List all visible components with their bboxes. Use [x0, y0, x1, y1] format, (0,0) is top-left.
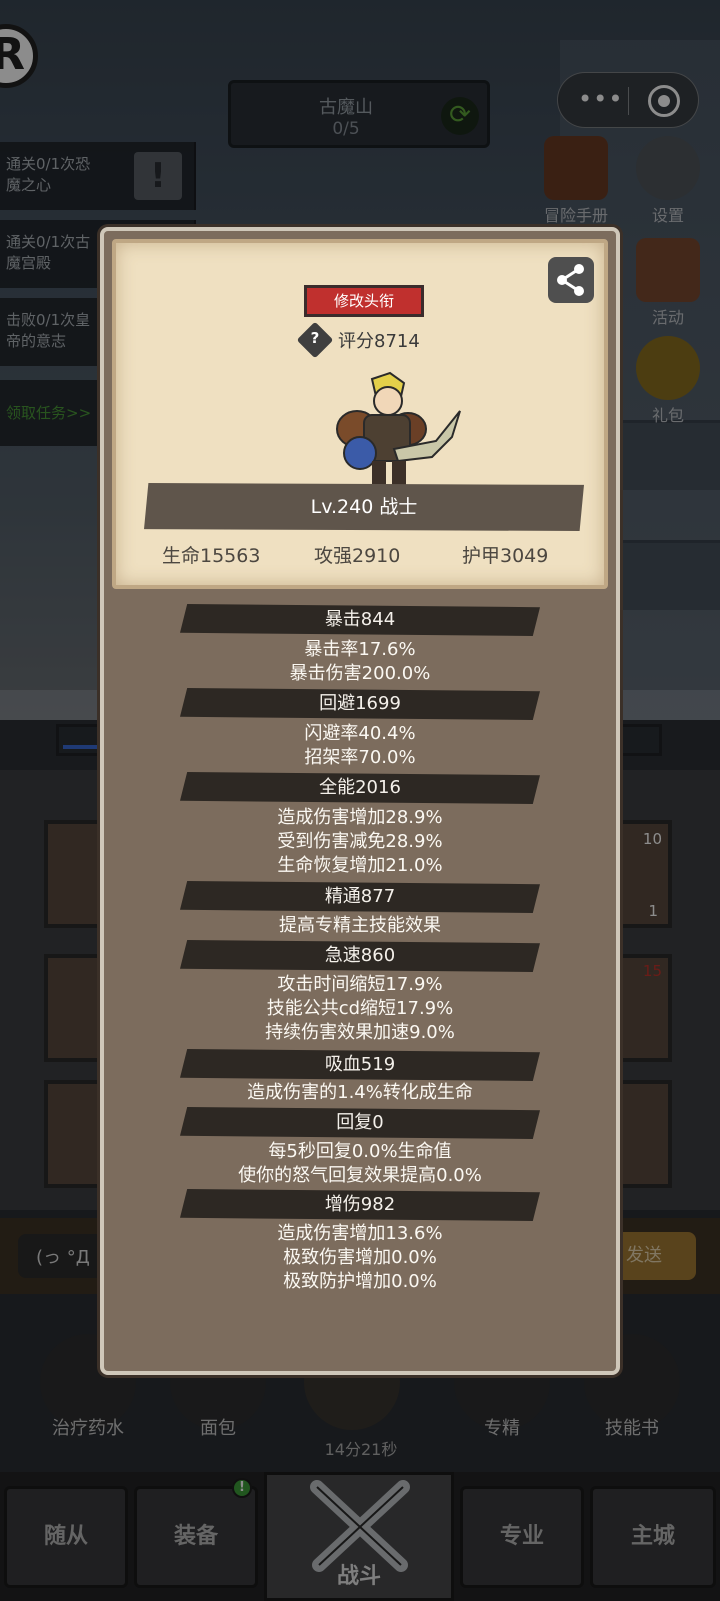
attr-line: 攻击时间缩短17.9%: [277, 974, 443, 995]
attack-stat: 攻强2910: [314, 545, 401, 567]
attr-line: 每5秒回复0.0%生命值: [268, 1141, 452, 1162]
attr-line: 极致伤害增加0.0%: [283, 1247, 437, 1268]
attr-line: 技能公共cd缩短17.9%: [266, 998, 454, 1019]
attr-line: 使你的怒气回复效果提高0.0%: [238, 1165, 482, 1186]
level-class-banner: Lv.240 战士: [144, 483, 584, 531]
attr-line: 极致防护增加0.0%: [283, 1271, 437, 1292]
attr-header-lifesteal: 吸血519: [180, 1049, 540, 1081]
attr-line: 招架率70.0%: [304, 747, 416, 768]
attr-header-dodge: 回避1699: [180, 688, 540, 720]
attr-header-mastery: 精通877: [180, 881, 540, 913]
attr-line: 造成伤害增加13.6%: [277, 1223, 443, 1244]
attr-line: 提高专精主技能效果: [279, 915, 441, 936]
edit-title-button[interactable]: 修改头衔: [304, 285, 424, 317]
profile-card: 修改头衔 ? 评分8714 Lv.240 战士 生命15563 攻强2910 护…: [112, 239, 608, 589]
rating-score: 评分8714: [338, 331, 420, 352]
attr-header-damage-bonus: 增伤982: [180, 1189, 540, 1221]
attr-header-haste: 急速860: [180, 940, 540, 972]
hp-stat: 生命15563: [162, 545, 261, 567]
attr-line: 生命恢复增加21.0%: [277, 855, 443, 876]
attr-line: 暴击伤害200.0%: [289, 663, 431, 684]
attr-line: 闪避率40.4%: [304, 723, 416, 744]
character-stats-dialog: 修改头衔 ? 评分8714 Lv.240 战士 生命15563 攻强2910 护…: [100, 227, 620, 1375]
share-icon: [557, 264, 584, 296]
attr-line: 受到伤害减免28.9%: [277, 831, 443, 852]
attr-header-crit: 暴击844: [180, 604, 540, 636]
attr-line: 暴击率17.6%: [304, 639, 416, 660]
attr-line: 造成伤害的1.4%转化成生命: [247, 1082, 473, 1103]
armor-stat: 护甲3049: [462, 545, 549, 567]
attr-header-versatility: 全能2016: [180, 772, 540, 804]
attr-line: 造成伤害增加28.9%: [277, 807, 443, 828]
attr-line: 持续伤害效果加速9.0%: [265, 1022, 455, 1043]
warrior-avatar: [336, 371, 461, 485]
share-button[interactable]: [548, 257, 594, 303]
attr-header-regen: 回复0: [180, 1107, 540, 1139]
